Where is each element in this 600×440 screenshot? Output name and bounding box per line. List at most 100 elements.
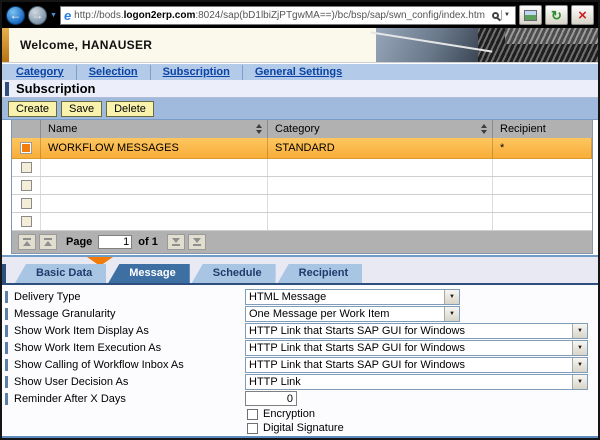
- next-page-button[interactable]: [166, 234, 185, 250]
- table-row-selected[interactable]: WORKFLOW MESSAGES STANDARD *: [12, 138, 592, 159]
- cell-name: [41, 177, 268, 194]
- bottom-border-strip: [2, 435, 598, 438]
- message-granularity-label: Message Granularity: [14, 307, 116, 320]
- work-item-execution-select[interactable]: HTTP Link that Starts SAP GUI for Window…: [245, 339, 588, 356]
- search-icon[interactable]: [492, 11, 500, 19]
- stop-icon: ×: [578, 6, 587, 24]
- page-media-button[interactable]: [519, 5, 542, 25]
- url-prefix: http://bods.: [74, 9, 124, 21]
- ie-logo-icon: e: [63, 7, 72, 23]
- cell-recipient: [493, 195, 592, 212]
- table-row-empty[interactable]: [12, 213, 592, 231]
- sort-icon[interactable]: [256, 124, 262, 134]
- nav-link-general-settings[interactable]: General Settings: [243, 65, 354, 80]
- tab-recipient[interactable]: Recipient: [277, 264, 363, 283]
- first-page-icon: [23, 238, 31, 240]
- search-dropdown-icon[interactable]: ▼: [501, 10, 512, 20]
- prev-page-button[interactable]: [39, 234, 57, 250]
- row-selector-checkbox[interactable]: [20, 142, 32, 154]
- select-value: HTTP Link that Starts SAP GUI for Window…: [249, 358, 465, 371]
- dropdown-arrow-icon[interactable]: ▼: [572, 323, 587, 338]
- title-accent-bar: [5, 81, 9, 96]
- page-label: Page: [66, 236, 93, 248]
- dropdown-arrow-glyph: ▼: [577, 378, 583, 385]
- column-header-recipient: Recipient: [493, 120, 592, 138]
- form-row: Show Work Item Execution As HTTP Link th…: [2, 339, 598, 356]
- cell-name: [41, 195, 268, 212]
- tab-schedule[interactable]: Schedule: [191, 264, 276, 283]
- dropdown-arrow-icon[interactable]: ▼: [572, 357, 587, 372]
- work-item-execution-label: Show Work Item Execution As: [14, 341, 162, 354]
- select-value: HTML Message: [249, 290, 327, 303]
- form-row: Reminder After X Days: [2, 390, 598, 407]
- dropdown-arrow-icon[interactable]: ▼: [572, 374, 587, 389]
- first-page-button[interactable]: [18, 234, 36, 250]
- row-selector-checkbox[interactable]: [20, 180, 32, 191]
- last-page-button[interactable]: [187, 234, 206, 250]
- selector-cell: [12, 159, 41, 176]
- sort-icon[interactable]: [481, 124, 487, 134]
- user-decision-label: Show User Decision As: [14, 375, 129, 388]
- field-accent-bar: [5, 358, 8, 371]
- cell-recipient: [493, 177, 592, 194]
- row-selector-checkbox[interactable]: [20, 198, 32, 209]
- column-header-name: Name: [41, 120, 268, 138]
- cell-category: [268, 195, 493, 212]
- form-row: Show User Decision As HTTP Link ▼: [2, 373, 598, 390]
- delivery-type-select[interactable]: HTML Message ▼: [245, 288, 460, 305]
- page-input[interactable]: [98, 235, 133, 249]
- message-granularity-select[interactable]: One Message per Work Item ▼: [245, 305, 460, 322]
- form-row: Delivery Type HTML Message ▼: [2, 288, 598, 305]
- cell-recipient: *: [493, 138, 592, 158]
- tab-basic-data[interactable]: Basic Data: [15, 264, 107, 283]
- create-button[interactable]: Create: [8, 100, 58, 117]
- history-dropdown-icon[interactable]: ▼: [50, 12, 57, 19]
- row-selector-checkbox[interactable]: [20, 216, 32, 227]
- first-page-icon: [23, 241, 31, 246]
- nav-link-category[interactable]: Category: [14, 64, 77, 80]
- next-page-icon: [171, 244, 180, 246]
- selector-cell: [12, 177, 41, 194]
- banner-stripe-corner: [504, 28, 598, 44]
- selector-cell: [12, 138, 41, 158]
- next-page-icon: [171, 238, 180, 243]
- digital-signature-checkbox[interactable]: [247, 422, 258, 434]
- checkbox-row: Encryption: [2, 407, 598, 421]
- dropdown-arrow-icon[interactable]: ▼: [444, 289, 459, 304]
- tab-message[interactable]: Message: [108, 264, 190, 283]
- forward-button[interactable]: →: [28, 5, 47, 25]
- selector-column-header: [12, 120, 41, 138]
- select-value: HTTP Link that Starts SAP GUI for Window…: [249, 341, 465, 354]
- work-item-display-select[interactable]: HTTP Link that Starts SAP GUI for Window…: [245, 322, 588, 339]
- refresh-icon: ↻: [551, 7, 562, 23]
- row-selector-checkbox[interactable]: [20, 162, 32, 173]
- reminder-days-label: Reminder After X Days: [14, 392, 126, 405]
- encryption-checkbox[interactable]: [247, 408, 258, 420]
- field-accent-bar: [5, 392, 8, 405]
- stop-button[interactable]: ×: [571, 5, 594, 25]
- nav-link-selection[interactable]: Selection: [77, 64, 151, 80]
- url-text[interactable]: http://bods.logon2erp.com:8024/sap(bD1lb…: [74, 10, 489, 21]
- reminder-days-input[interactable]: [245, 391, 297, 406]
- last-page-icon: [192, 244, 201, 246]
- tabstrip-edge: [2, 264, 6, 283]
- title-bar: Subscription: [2, 80, 598, 98]
- table-row-empty[interactable]: [12, 177, 592, 195]
- nav-link-subscription[interactable]: Subscription: [151, 64, 243, 80]
- dropdown-arrow-icon[interactable]: ▼: [444, 306, 459, 321]
- back-button[interactable]: ←: [6, 5, 25, 25]
- table-row-empty[interactable]: [12, 159, 592, 177]
- dropdown-arrow-icon[interactable]: ▼: [572, 340, 587, 355]
- select-value: HTTP Link: [249, 375, 301, 388]
- delete-button[interactable]: Delete: [106, 100, 154, 117]
- header-accent-bar: [2, 28, 9, 62]
- save-button[interactable]: Save: [61, 100, 103, 117]
- selector-cell: [12, 195, 41, 212]
- workflow-inbox-select[interactable]: HTTP Link that Starts SAP GUI for Window…: [245, 356, 588, 373]
- workflow-inbox-label: Show Calling of Workflow Inbox As: [14, 358, 184, 371]
- address-bar[interactable]: e http://bods.logon2erp.com:8024/sap(bD1…: [59, 5, 516, 25]
- table-row-empty[interactable]: [12, 195, 592, 213]
- user-decision-select[interactable]: HTTP Link ▼: [245, 373, 588, 390]
- refresh-button[interactable]: ↻: [545, 5, 568, 25]
- work-item-display-label: Show Work Item Display As: [14, 324, 149, 337]
